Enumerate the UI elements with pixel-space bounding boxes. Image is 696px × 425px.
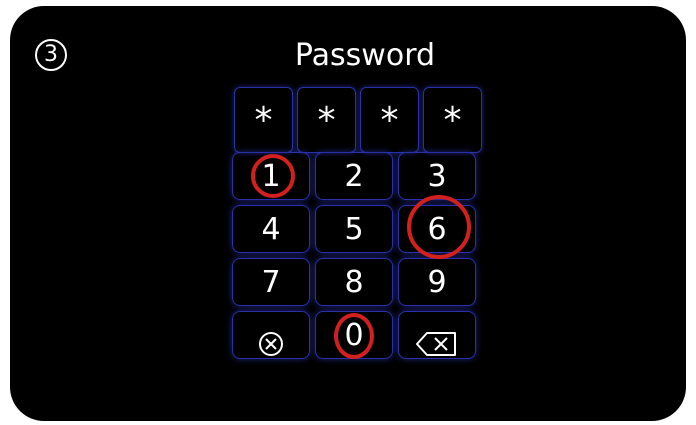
device-screen: 3 Password * * * * 1 2 3 4 5 6 7 8 9 0 [10, 6, 686, 421]
clear-button[interactable] [232, 311, 310, 359]
password-digit-2: * [297, 87, 356, 153]
key-8[interactable]: 8 [315, 258, 393, 306]
password-digit-3: * [360, 87, 419, 153]
page-title: Password [294, 38, 436, 73]
key-9[interactable]: 9 [398, 258, 476, 306]
backspace-button[interactable] [398, 311, 476, 359]
key-4[interactable]: 4 [232, 205, 310, 253]
key-3[interactable]: 3 [398, 152, 476, 200]
password-digit-1: * [234, 87, 293, 153]
key-2[interactable]: 2 [315, 152, 393, 200]
key-7[interactable]: 7 [232, 258, 310, 306]
clear-icon [258, 324, 284, 356]
key-6[interactable]: 6 [398, 205, 476, 253]
step-number-badge: 3 [35, 39, 67, 71]
backspace-icon [415, 324, 459, 356]
password-digit-4: * [423, 87, 482, 153]
key-5[interactable]: 5 [315, 205, 393, 253]
key-0[interactable]: 0 [315, 311, 393, 359]
key-1[interactable]: 1 [232, 152, 310, 200]
